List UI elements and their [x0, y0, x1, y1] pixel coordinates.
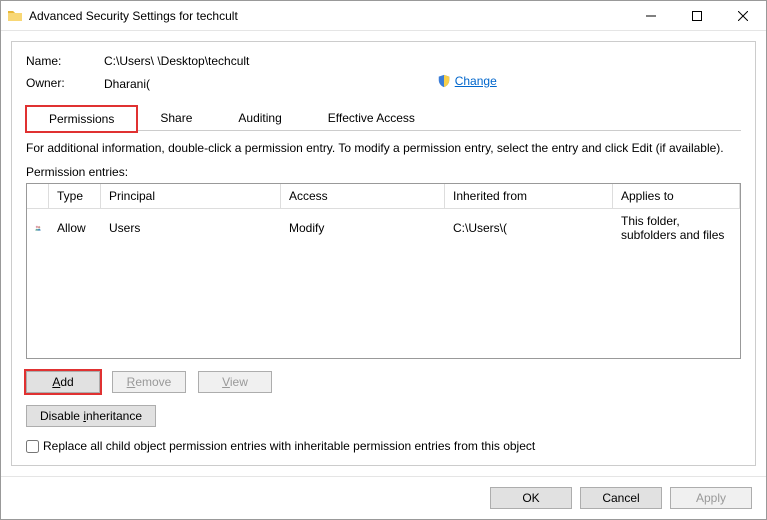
tabs: Permissions Share Auditing Effective Acc… — [26, 105, 741, 131]
cell-applies: This folder, subfolders and files — [613, 209, 740, 247]
col-principal-header[interactable]: Principal — [101, 184, 281, 208]
ok-button[interactable]: OK — [490, 487, 572, 509]
tab-share[interactable]: Share — [137, 105, 215, 130]
col-type-header[interactable]: Type — [49, 184, 101, 208]
name-row: Name: C:\Users\ \Desktop\techcult — [26, 54, 741, 68]
content-panel: Name: C:\Users\ \Desktop\techcult Owner:… — [11, 41, 756, 466]
table-row[interactable]: Allow Users Modify C:\Users\( This folde… — [27, 209, 740, 247]
disable-inheritance-button[interactable]: Disable inheritance — [26, 405, 156, 427]
permission-table: Type Principal Access Inherited from App… — [26, 183, 741, 359]
entry-buttons: Add Remove View — [26, 371, 741, 393]
cell-access: Modify — [281, 216, 445, 240]
add-button[interactable]: Add — [26, 371, 100, 393]
owner-row: Owner: Dharani( Change — [26, 74, 741, 91]
users-icon — [27, 215, 49, 241]
replace-checkbox-row: Replace all child object permission entr… — [26, 439, 741, 453]
apply-button: Apply — [670, 487, 752, 509]
col-access-header[interactable]: Access — [281, 184, 445, 208]
shield-icon — [437, 74, 451, 88]
folder-icon — [7, 8, 23, 24]
tab-effective-access[interactable]: Effective Access — [305, 105, 438, 130]
replace-checkbox-label[interactable]: Replace all child object permission entr… — [43, 439, 535, 453]
inheritance-row: Disable inheritance — [26, 405, 741, 427]
owner-label: Owner: — [26, 76, 104, 90]
table-header: Type Principal Access Inherited from App… — [27, 184, 740, 209]
cell-inherited: C:\Users\( — [445, 216, 613, 240]
titlebar: Advanced Security Settings for techcult — [1, 1, 766, 31]
tab-permissions[interactable]: Permissions — [26, 106, 137, 131]
dialog-footer: OK Cancel Apply — [1, 476, 766, 519]
tab-auditing[interactable]: Auditing — [215, 105, 304, 130]
owner-value: Dharani( Change — [104, 74, 741, 91]
change-owner-link[interactable]: Change — [437, 74, 497, 88]
view-button: View — [198, 371, 272, 393]
close-button[interactable] — [720, 1, 766, 31]
cell-principal: Users — [101, 216, 281, 240]
col-inherited-header[interactable]: Inherited from — [445, 184, 613, 208]
window-title: Advanced Security Settings for techcult — [29, 9, 628, 23]
col-applies-header[interactable]: Applies to — [613, 184, 740, 208]
name-value: C:\Users\ \Desktop\techcult — [104, 54, 741, 68]
name-label: Name: — [26, 54, 104, 68]
description-text: For additional information, double-click… — [26, 141, 741, 155]
maximize-button[interactable] — [674, 1, 720, 31]
remove-button: Remove — [112, 371, 186, 393]
cell-type: Allow — [49, 216, 101, 240]
cancel-button[interactable]: Cancel — [580, 487, 662, 509]
replace-checkbox[interactable] — [26, 440, 39, 453]
minimize-button[interactable] — [628, 1, 674, 31]
col-icon-header — [27, 184, 49, 208]
entries-label: Permission entries: — [26, 165, 741, 179]
